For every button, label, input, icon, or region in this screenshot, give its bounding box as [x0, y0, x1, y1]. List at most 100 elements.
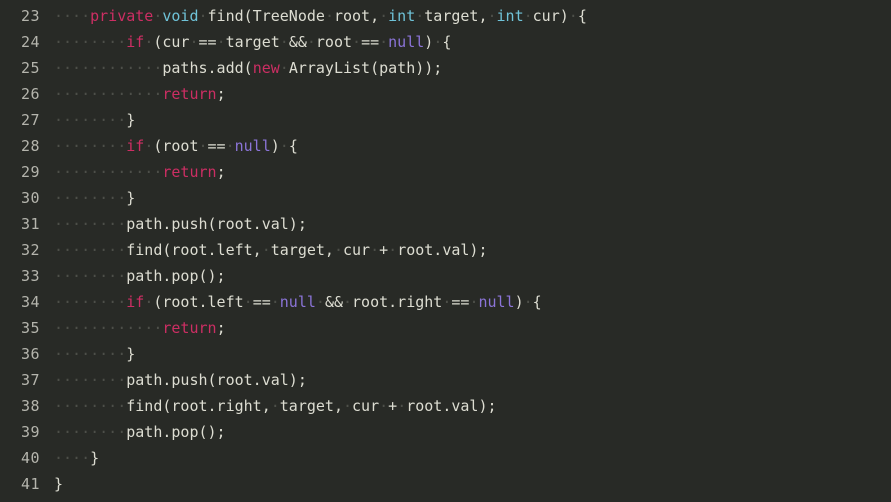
whitespace-marker: ········ — [54, 293, 127, 311]
code-line[interactable]: 40 ····} — [0, 445, 891, 471]
code-token: } — [126, 345, 136, 363]
whitespace-marker: · — [352, 33, 362, 51]
line-number: 30 — [20, 189, 40, 207]
code-token: new — [252, 59, 280, 77]
line-content[interactable]: } — [40, 471, 63, 497]
line-number: 34 — [20, 293, 40, 311]
code-editor[interactable]: 23 ····private·void·find(TreeNode·root,·i… — [0, 0, 891, 502]
whitespace-marker: · — [144, 33, 154, 51]
line-content[interactable]: ············paths.add(new·ArrayList(path… — [40, 55, 442, 81]
code-token: null — [234, 137, 271, 155]
code-line[interactable]: 39 ········path.pop(); — [0, 419, 891, 445]
code-line[interactable]: 28 ········if·(root·==·null)·{ — [0, 133, 891, 159]
code-line[interactable]: 29 ············return; — [0, 159, 891, 185]
code-token: private — [90, 7, 154, 25]
code-line[interactable]: 31 ········path.push(root.val); — [0, 211, 891, 237]
whitespace-marker: · — [279, 137, 289, 155]
line-content[interactable]: ········find(root.left,·target,·cur·+·ro… — [40, 237, 488, 263]
code-token: root, — [333, 7, 380, 25]
code-token: (cur — [153, 33, 190, 51]
code-token: root.val); — [406, 397, 497, 415]
code-line[interactable]: 35 ············return; — [0, 315, 891, 341]
whitespace-marker: · — [397, 397, 407, 415]
line-content[interactable]: ········path.pop(); — [40, 263, 226, 289]
line-content[interactable]: ········} — [40, 341, 135, 367]
code-token: == — [207, 137, 226, 155]
line-content[interactable]: ····private·void·find(TreeNode·root,·int… — [40, 3, 587, 29]
whitespace-marker: · — [144, 137, 154, 155]
whitespace-marker: · — [415, 7, 425, 25]
line-content[interactable]: ········if·(cur·==·target·&&·root·==·nul… — [40, 29, 451, 55]
code-token: target, — [270, 241, 334, 259]
code-line[interactable]: 25 ············paths.add(new·ArrayList(pa… — [0, 55, 891, 81]
line-number: 25 — [20, 59, 40, 77]
code-line[interactable]: 30 ········} — [0, 185, 891, 211]
code-line[interactable]: 34 ········if·(root.left·==·null·&&·root.… — [0, 289, 891, 315]
code-line[interactable]: 41} — [0, 471, 891, 497]
line-content[interactable]: ········if·(root.left·==·null·&&·root.ri… — [40, 289, 542, 315]
line-content[interactable]: ········path.pop(); — [40, 419, 226, 445]
whitespace-marker: ········ — [54, 137, 127, 155]
code-token: path.pop(); — [126, 267, 226, 285]
whitespace-marker: · — [324, 7, 334, 25]
line-number: 39 — [20, 423, 40, 441]
code-line[interactable]: 26 ············return; — [0, 81, 891, 107]
whitespace-marker: · — [225, 137, 235, 155]
code-token: find(root.right, — [126, 397, 271, 415]
code-line[interactable]: 33 ········path.pop(); — [0, 263, 891, 289]
code-line[interactable]: 36 ········} — [0, 341, 891, 367]
whitespace-marker: ········ — [54, 397, 127, 415]
code-token: void — [162, 7, 199, 25]
code-token: if — [126, 293, 145, 311]
code-token: root.val); — [397, 241, 488, 259]
code-token: find(TreeNode — [207, 7, 325, 25]
code-token: if — [126, 137, 145, 155]
code-token: + — [388, 397, 398, 415]
code-token: return — [162, 85, 217, 103]
whitespace-marker: · — [523, 293, 533, 311]
code-token: { — [288, 137, 298, 155]
line-number: 29 — [20, 163, 40, 181]
code-line[interactable]: 24 ········if·(cur·==·target·&&·root·==·n… — [0, 29, 891, 55]
code-token: cur — [352, 397, 380, 415]
whitespace-marker: · — [279, 59, 289, 77]
whitespace-marker: · — [487, 7, 497, 25]
whitespace-marker: · — [433, 33, 443, 51]
line-number: 33 — [20, 267, 40, 285]
line-number: 36 — [20, 345, 40, 363]
code-token: (root — [153, 137, 199, 155]
line-number: 38 — [20, 397, 40, 415]
code-line[interactable]: 37 ········path.push(root.val); — [0, 367, 891, 393]
whitespace-marker: ········ — [54, 423, 127, 441]
line-content[interactable]: ········} — [40, 107, 135, 133]
code-line[interactable]: 32 ········find(root.left,·target,·cur·+·… — [0, 237, 891, 263]
code-line[interactable]: 23 ····private·void·find(TreeNode·root,·i… — [0, 3, 891, 29]
whitespace-marker: ········ — [54, 111, 127, 129]
line-content[interactable]: ········} — [40, 185, 135, 211]
line-number: 35 — [20, 319, 40, 337]
code-token: cur) — [532, 7, 569, 25]
whitespace-marker: · — [279, 33, 289, 51]
code-line[interactable]: 27 ········} — [0, 107, 891, 133]
code-line[interactable]: 38 ········find(root.right,·target,·cur·+… — [0, 393, 891, 419]
line-content[interactable]: ········if·(root·==·null)·{ — [40, 133, 298, 159]
whitespace-marker: · — [388, 241, 398, 259]
code-token: paths.add( — [162, 59, 253, 77]
line-content[interactable]: ········path.push(root.val); — [40, 211, 307, 237]
whitespace-marker: · — [379, 397, 389, 415]
whitespace-marker: · — [243, 293, 253, 311]
line-content[interactable]: ············return; — [40, 315, 226, 341]
code-token: return — [162, 163, 217, 181]
line-content[interactable]: ············return; — [40, 159, 226, 185]
code-token: (root.left — [153, 293, 244, 311]
line-content[interactable]: ····} — [40, 445, 99, 471]
line-number: 24 — [20, 33, 40, 51]
whitespace-marker: ········ — [54, 189, 127, 207]
whitespace-marker: · — [270, 397, 280, 415]
line-content[interactable]: ············return; — [40, 81, 226, 107]
line-content[interactable]: ········path.push(root.val); — [40, 367, 307, 393]
whitespace-marker: ········ — [54, 345, 127, 363]
code-lines-container: 23 ····private·void·find(TreeNode·root,·i… — [0, 3, 891, 497]
line-content[interactable]: ········find(root.right,·target,·cur·+·r… — [40, 393, 497, 419]
code-token: path.push(root.val); — [126, 371, 307, 389]
